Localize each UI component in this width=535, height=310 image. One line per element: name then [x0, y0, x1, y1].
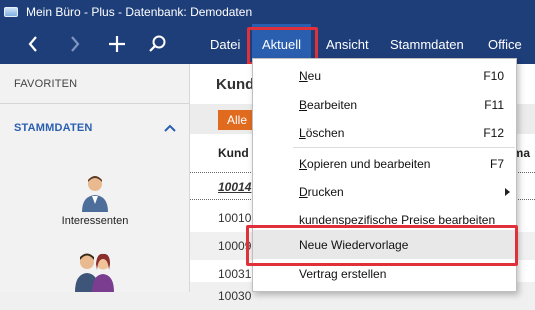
chevron-right-icon [71, 36, 80, 52]
menu-item-loeschen[interactable]: Löschen F12 [253, 118, 516, 147]
highlight-frame-menu-item [246, 225, 518, 266]
sidebar: FAVORITEN STAMMDATEN Interessenten [0, 64, 190, 292]
menu-mnemonic: N [299, 69, 308, 83]
menu-shortcut: F10 [483, 69, 504, 83]
menu-shortcut: F11 [484, 98, 504, 112]
menu-item-label: earbeiten [307, 98, 358, 112]
submenu-arrow-icon [505, 188, 510, 196]
menu-item-bearbeiten[interactable]: Bearbeiten F11 [253, 90, 516, 119]
menu-mnemonic: B [299, 98, 308, 112]
menu-item-label: eu [307, 69, 322, 83]
menu-item-drucken[interactable]: Drucken [253, 177, 516, 206]
search-icon [149, 35, 166, 52]
tab-datei[interactable]: Datei [210, 24, 240, 64]
page-title: Kund [216, 76, 255, 93]
app-icon [4, 7, 18, 17]
chevron-left-icon [28, 36, 37, 52]
menu-mnemonic: L [299, 126, 306, 140]
filter-all[interactable]: Alle [218, 110, 254, 130]
menu-separator [293, 147, 515, 148]
plus-icon [109, 36, 125, 52]
back-button[interactable] [18, 24, 48, 64]
menu-item-label: Vertrag erstellen [299, 267, 387, 281]
forward-button[interactable] [60, 24, 90, 64]
row-id: 10030 [218, 289, 252, 303]
chevron-up-icon [164, 124, 176, 132]
column-header-kunde[interactable]: Kund [218, 146, 249, 160]
window-title: Mein Büro - Plus - Datenbank: Demodaten [26, 5, 253, 19]
title-bar: Mein Büro - Plus - Datenbank: Demodaten [0, 0, 535, 24]
menu-mnemonic: D [299, 185, 308, 199]
row-id: 10031 [218, 267, 252, 281]
menu-item-label: öschen [305, 126, 345, 140]
sidebar-favorites[interactable]: FAVORITEN [0, 64, 190, 104]
search-button[interactable] [143, 24, 173, 64]
menu-shortcut: F7 [489, 157, 504, 171]
menu-mnemonic: K [299, 157, 308, 171]
sidebar-favorites-label: FAVORITEN [14, 77, 78, 90]
row-id: 10014 [218, 180, 252, 194]
menu-item-label: opieren und bearbeiten [307, 157, 431, 171]
sidebar-stammdaten[interactable]: STAMMDATEN [0, 108, 190, 148]
sidebar-stammdaten-label: STAMMDATEN [14, 122, 93, 134]
menu-shortcut: F12 [483, 126, 504, 140]
menu-item-kopieren[interactable]: Kopieren und bearbeiten F7 [253, 149, 516, 178]
menu-item-neu[interactable]: Neu F10 [253, 61, 516, 90]
persons-icon[interactable] [75, 250, 115, 292]
add-button[interactable] [102, 24, 132, 64]
row-id: 10010 [218, 211, 252, 225]
person-icon[interactable] [80, 174, 110, 212]
sidebar-item-interessenten[interactable]: Interessenten [40, 215, 150, 227]
menu-item-label: rucken [307, 185, 344, 199]
